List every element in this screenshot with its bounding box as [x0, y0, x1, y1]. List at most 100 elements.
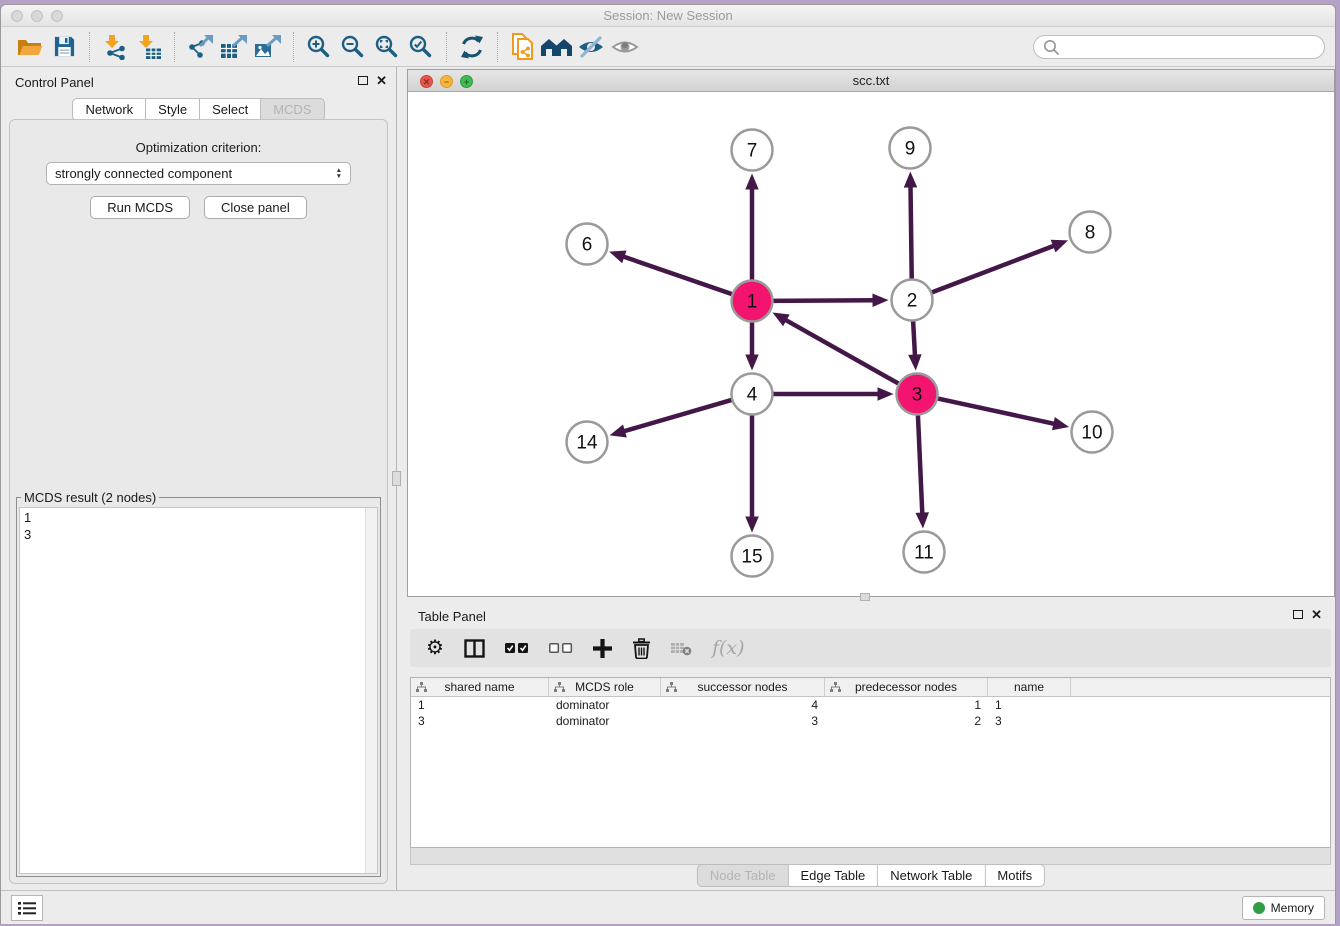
network-graph[interactable]: 1 2 3 4 6 7 8 9 10 11 14 15 — [408, 92, 1336, 596]
import-network-icon[interactable] — [98, 32, 132, 62]
toolbar-separator — [89, 32, 90, 62]
graph-node-9[interactable]: 9 — [890, 128, 931, 169]
graph-edge-4-3[interactable] — [771, 387, 894, 401]
cell-name[interactable]: 3 — [988, 714, 1071, 728]
svg-text:15: 15 — [741, 547, 762, 568]
control-panel-header: Control Panel ✕ — [1, 67, 396, 97]
graph-edge-1-4[interactable] — [745, 320, 759, 371]
save-icon[interactable] — [47, 32, 81, 62]
column-header-predecessor-nodes[interactable]: predecessor nodes — [825, 678, 988, 696]
tab-network[interactable]: Network — [72, 98, 146, 121]
export-image-icon[interactable] — [251, 32, 285, 62]
refresh-icon[interactable] — [455, 32, 489, 62]
tab-style[interactable]: Style — [146, 98, 200, 121]
optimization-dropdown[interactable]: strongly connected component ▲▼ — [46, 162, 351, 185]
graph-node-15[interactable]: 15 — [732, 536, 773, 577]
cell-name[interactable]: 1 — [988, 698, 1071, 712]
toolbar-separator — [293, 32, 294, 62]
mcds-result-list[interactable]: 1 3 — [19, 507, 378, 874]
graph-node-14[interactable]: 14 — [567, 422, 608, 463]
network-canvas[interactable]: 1 2 3 4 6 7 8 9 10 11 14 15 — [408, 92, 1334, 596]
split-columns-icon[interactable] — [464, 639, 485, 658]
graph-edge-2-3[interactable] — [908, 318, 921, 370]
tab-select[interactable]: Select — [200, 98, 261, 121]
main-content: Control Panel ✕ NetworkStyleSelectMCDS O… — [1, 67, 1335, 890]
column-header-shared-name[interactable]: shared name — [411, 678, 549, 696]
tab-network-table[interactable]: Network Table — [878, 864, 985, 887]
table-row[interactable]: 3dominator323 — [411, 713, 1330, 729]
app-titlebar: Session: New Session — [1, 5, 1335, 27]
cell-predecessor-nodes[interactable]: 1 — [825, 698, 988, 712]
tab-edge-table[interactable]: Edge Table — [788, 864, 878, 887]
graph-node-6[interactable]: 6 — [567, 224, 608, 265]
graph-edge-4-14[interactable] — [610, 399, 735, 437]
graph-node-4[interactable]: 4 — [732, 374, 773, 415]
dropdown-stepper-icon: ▲▼ — [336, 168, 342, 179]
column-header-MCDS-role[interactable]: MCDS role — [549, 678, 661, 696]
graph-node-1[interactable]: 1 — [732, 281, 773, 322]
task-history-button[interactable] — [11, 895, 43, 921]
graph-node-11[interactable]: 11 — [904, 532, 945, 573]
close-panel-button[interactable]: Close panel — [204, 196, 307, 219]
network-document-icon[interactable] — [506, 32, 540, 62]
open-folder-icon[interactable] — [13, 32, 47, 62]
homes-icon[interactable] — [540, 32, 574, 62]
tab-node-table[interactable]: Node Table — [697, 864, 789, 887]
column-header-successor-nodes[interactable]: successor nodes — [661, 678, 825, 696]
graph-node-10[interactable]: 10 — [1072, 412, 1113, 453]
cell-MCDS-role[interactable]: dominator — [549, 698, 661, 712]
result-scrollbar[interactable] — [365, 508, 377, 873]
run-mcds-button[interactable]: Run MCDS — [90, 196, 190, 219]
close-panel-icon[interactable]: ✕ — [376, 73, 387, 89]
graph-edge-1-6[interactable] — [609, 251, 734, 295]
graph-node-8[interactable]: 8 — [1070, 212, 1111, 253]
cell-shared-name[interactable]: 3 — [411, 714, 549, 728]
horizontal-splitter-handle[interactable] — [860, 593, 870, 601]
gear-icon[interactable]: ⚙ — [426, 638, 444, 658]
graph-node-2[interactable]: 2 — [892, 280, 933, 321]
search-input[interactable] — [1033, 35, 1325, 59]
float-panel-icon[interactable] — [358, 76, 368, 85]
graph-edge-2-9[interactable] — [904, 171, 917, 281]
export-network-icon[interactable] — [183, 32, 217, 62]
export-table-icon[interactable] — [217, 32, 251, 62]
graph-edge-1-2[interactable] — [770, 293, 888, 306]
main-toolbar — [1, 27, 1335, 67]
graph-edge-4-15[interactable] — [745, 413, 759, 533]
float-table-panel-icon[interactable] — [1293, 610, 1303, 619]
cell-successor-nodes[interactable]: 4 — [661, 698, 825, 712]
zoom-out-icon[interactable] — [336, 32, 370, 62]
import-table-icon[interactable] — [132, 32, 166, 62]
graph-edge-2-8[interactable] — [929, 240, 1068, 294]
svg-text:4: 4 — [747, 385, 758, 406]
cell-successor-nodes[interactable]: 3 — [661, 714, 825, 728]
unchecked-boxes-icon[interactable] — [549, 641, 573, 655]
add-column-icon[interactable] — [593, 639, 612, 658]
graph-edge-1-7[interactable] — [745, 174, 759, 283]
close-table-panel-icon[interactable]: ✕ — [1311, 607, 1322, 623]
graph-edge-3-10[interactable] — [935, 398, 1069, 430]
memory-button[interactable]: Memory — [1242, 896, 1325, 920]
table-scrollbar[interactable] — [410, 848, 1331, 865]
svg-text:8: 8 — [1085, 223, 1096, 244]
cell-shared-name[interactable]: 1 — [411, 698, 549, 712]
tab-motifs[interactable]: Motifs — [985, 864, 1045, 887]
graph-node-7[interactable]: 7 — [732, 130, 773, 171]
checked-boxes-icon[interactable] — [505, 641, 529, 655]
cell-predecessor-nodes[interactable]: 2 — [825, 714, 988, 728]
graph-edge-3-1[interactable] — [772, 313, 900, 385]
zoom-selected-icon[interactable] — [404, 32, 438, 62]
table-row[interactable]: 1dominator411 — [411, 697, 1330, 713]
cell-MCDS-role[interactable]: dominator — [549, 714, 661, 728]
graph-node-3[interactable]: 3 — [897, 374, 938, 415]
zoom-fit-icon[interactable] — [370, 32, 404, 62]
tab-mcds[interactable]: MCDS — [261, 98, 324, 121]
delete-column-icon[interactable] — [632, 638, 651, 659]
graph-edge-3-11[interactable] — [916, 412, 929, 528]
mcds-result-group: MCDS result (2 nodes) 1 3 — [16, 490, 381, 877]
table-toolbar: ⚙ — [410, 629, 1331, 667]
table-tabs: Node TableEdge TableNetwork TableMotifs — [697, 864, 1045, 887]
zoom-in-icon[interactable] — [302, 32, 336, 62]
hide-selected-icon[interactable] — [574, 32, 608, 62]
column-header-name[interactable]: name — [988, 678, 1071, 696]
